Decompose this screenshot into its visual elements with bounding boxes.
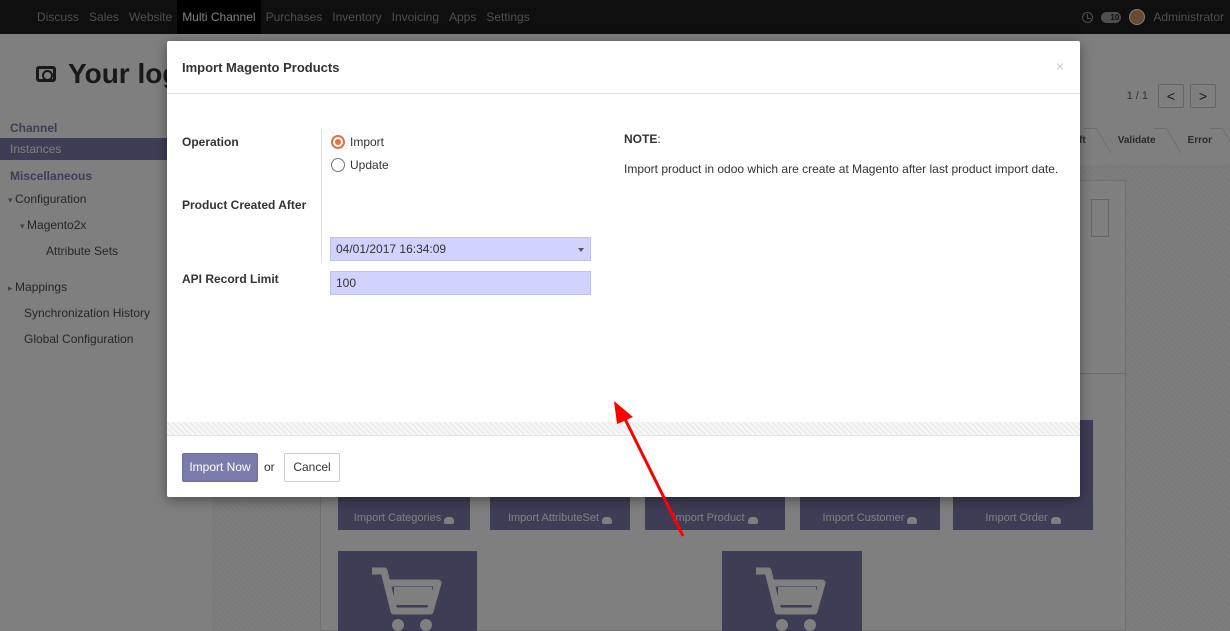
product-created-after-label: Product Created After: [182, 198, 307, 212]
product-created-after-value: 04/01/2017 16:34:09: [336, 242, 447, 256]
close-icon[interactable]: ×: [1056, 58, 1064, 74]
dialog-title: Import Magento Products: [182, 60, 340, 75]
api-record-limit-field[interactable]: 100: [330, 271, 591, 295]
note-colon: :: [657, 132, 661, 146]
radio-checked-icon[interactable]: [331, 135, 345, 149]
api-record-limit-value: 100: [336, 276, 357, 290]
note-heading: NOTE:: [624, 132, 661, 146]
cancel-button[interactable]: Cancel: [284, 453, 340, 482]
radio-update[interactable]: Update: [331, 158, 389, 172]
dialog-footer: Import Now or Cancel: [167, 435, 1080, 497]
or-text: or: [264, 460, 275, 474]
dialog-header: Import Magento Products ×: [167, 41, 1080, 94]
note-title: NOTE: [624, 132, 658, 146]
radio-update-label: Update: [350, 158, 389, 172]
product-created-after-field[interactable]: 04/01/2017 16:34:09: [330, 237, 591, 261]
operation-label: Operation: [182, 135, 239, 149]
dialog-stripe: [167, 422, 1080, 435]
radio-import-label: Import: [350, 135, 385, 149]
api-record-limit-label: API Record Limit: [182, 272, 279, 286]
dialog-body: Operation Import Update Product Created …: [167, 94, 1080, 422]
note-text: Import product in odoo which are create …: [624, 162, 1059, 176]
import-now-button[interactable]: Import Now: [182, 453, 258, 482]
radio-import[interactable]: Import: [331, 135, 384, 149]
dropdown-caret-icon: [578, 248, 584, 252]
group-divider: [321, 129, 322, 263]
import-dialog: Import Magento Products × Operation Impo…: [167, 41, 1080, 497]
radio-unchecked-icon[interactable]: [331, 158, 345, 172]
